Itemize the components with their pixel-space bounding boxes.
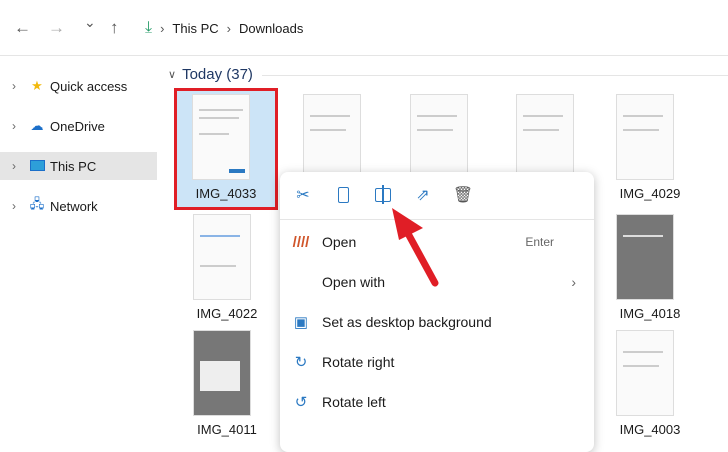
shortcut-label: Enter	[525, 235, 554, 249]
file-name: IMG_4033	[195, 186, 257, 201]
file-tile[interactable]: IMG_4011	[175, 324, 279, 446]
copy-icon	[337, 187, 349, 203]
file-name: IMG_4018	[619, 306, 681, 321]
menu-item-label: Open with	[322, 274, 386, 290]
network-icon: 🖧	[29, 196, 45, 211]
chevron-down-icon: ∨	[168, 69, 177, 81]
menu-item-rotate-left[interactable]: ↺ Rotate left	[280, 382, 594, 422]
thumbnail	[616, 330, 674, 416]
file-tile[interactable]: IMG_4003	[598, 324, 702, 446]
thumbnail	[616, 214, 674, 300]
file-name: IMG_4022	[196, 306, 258, 321]
breadcrumb: ⤓ › This PC › Downloads	[145, 19, 303, 37]
sidebar-item-label: OneDrive	[50, 118, 105, 134]
sidebar-item-label: Network	[50, 198, 98, 214]
menu-item-set-desktop-background[interactable]: ▣ Set as desktop background	[280, 302, 594, 342]
sidebar-item-label: This PC	[50, 158, 97, 174]
thumbnail	[193, 214, 251, 300]
up-button[interactable]: ↑	[110, 18, 119, 38]
rename-icon	[375, 185, 391, 204]
sidebar-item-network[interactable]: › 🖧 Network	[0, 192, 157, 220]
toolbar: ← → ⌄ ↑ ⤓ › This PC › Downloads	[0, 0, 728, 56]
file-name: IMG_4003	[619, 422, 681, 437]
menu-item-open-with[interactable]: Open with ›	[280, 262, 594, 302]
thumbnail	[192, 94, 250, 180]
cut-button[interactable]: ✂	[292, 184, 314, 206]
back-button[interactable]: ←	[14, 18, 31, 38]
chevron-right-icon: ›	[12, 79, 16, 93]
sidebar-item-onedrive[interactable]: › ☁ OneDrive	[0, 112, 157, 140]
breadcrumb-downloads[interactable]: Downloads	[239, 21, 303, 36]
sidebar-item-this-pc[interactable]: › This PC	[0, 152, 157, 180]
photos-app-icon: ////	[292, 233, 310, 251]
file-tile[interactable]: IMG_4018	[598, 208, 702, 330]
delete-button[interactable]: 🗑	[452, 184, 474, 206]
rename-button[interactable]	[372, 184, 394, 206]
download-icon: ⤓	[145, 19, 153, 36]
file-tile[interactable]: IMG_4033	[174, 88, 278, 210]
group-title: Today (37)	[182, 66, 253, 83]
sidebar-item-quick-access[interactable]: › ★ Quick access	[0, 72, 157, 100]
thumbnail	[516, 94, 574, 180]
trash-icon: 🗑	[452, 187, 474, 204]
menu-item-open[interactable]: //// Open Enter	[280, 222, 594, 262]
recent-locations-button[interactable]: ⌄	[84, 14, 96, 31]
rotate-right-icon: ↻	[294, 354, 308, 371]
chevron-right-icon: ›	[571, 274, 576, 290]
breadcrumb-this-pc[interactable]: This PC	[172, 21, 218, 36]
forward-button[interactable]: →	[48, 18, 65, 38]
sidebar-item-label: Quick access	[50, 78, 128, 94]
cloud-icon: ☁	[30, 118, 44, 133]
rotate-left-icon: ↺	[294, 394, 308, 411]
menu-item-label: Open	[322, 234, 357, 250]
file-name: IMG_4029	[619, 186, 681, 201]
star-icon: ★	[31, 78, 43, 93]
chevron-right-icon: ›	[226, 20, 231, 36]
chevron-right-icon: ›	[12, 199, 16, 213]
navigation-pane: › ★ Quick access › ☁ OneDrive › This PC › 🖧 Net…	[0, 56, 158, 438]
group-header-today[interactable]: ∨ Today (37)	[168, 66, 253, 83]
copy-button[interactable]	[332, 184, 354, 206]
file-tile[interactable]: IMG_4022	[175, 208, 279, 330]
context-menu-toolbar: ✂ ⇗ 🗑	[280, 172, 594, 220]
file-name: IMG_4011	[197, 422, 257, 437]
chevron-right-icon: ›	[160, 20, 165, 36]
thumbnail	[616, 94, 674, 180]
thumbnail	[193, 330, 251, 416]
share-button[interactable]: ⇗	[412, 184, 434, 206]
menu-item-rotate-right[interactable]: ↻ Rotate right	[280, 342, 594, 382]
desktop-background-icon: ▣	[293, 314, 309, 331]
file-tile[interactable]: IMG_4029	[598, 88, 702, 210]
computer-icon	[28, 159, 46, 174]
thumbnail	[410, 94, 468, 180]
chevron-right-icon: ›	[12, 119, 16, 133]
chevron-right-icon: ›	[12, 159, 16, 173]
menu-item-label: Rotate right	[322, 354, 395, 370]
share-icon: ⇗	[416, 187, 430, 204]
thumbnail	[303, 94, 361, 180]
context-menu: ✂ ⇗ 🗑 //// Open Enter Open with › ▣ Set as d…	[280, 172, 594, 452]
scissors-icon: ✂	[296, 187, 310, 204]
divider	[262, 75, 728, 76]
menu-item-label: Set as desktop background	[322, 314, 492, 330]
menu-item-label: Rotate left	[322, 394, 386, 410]
